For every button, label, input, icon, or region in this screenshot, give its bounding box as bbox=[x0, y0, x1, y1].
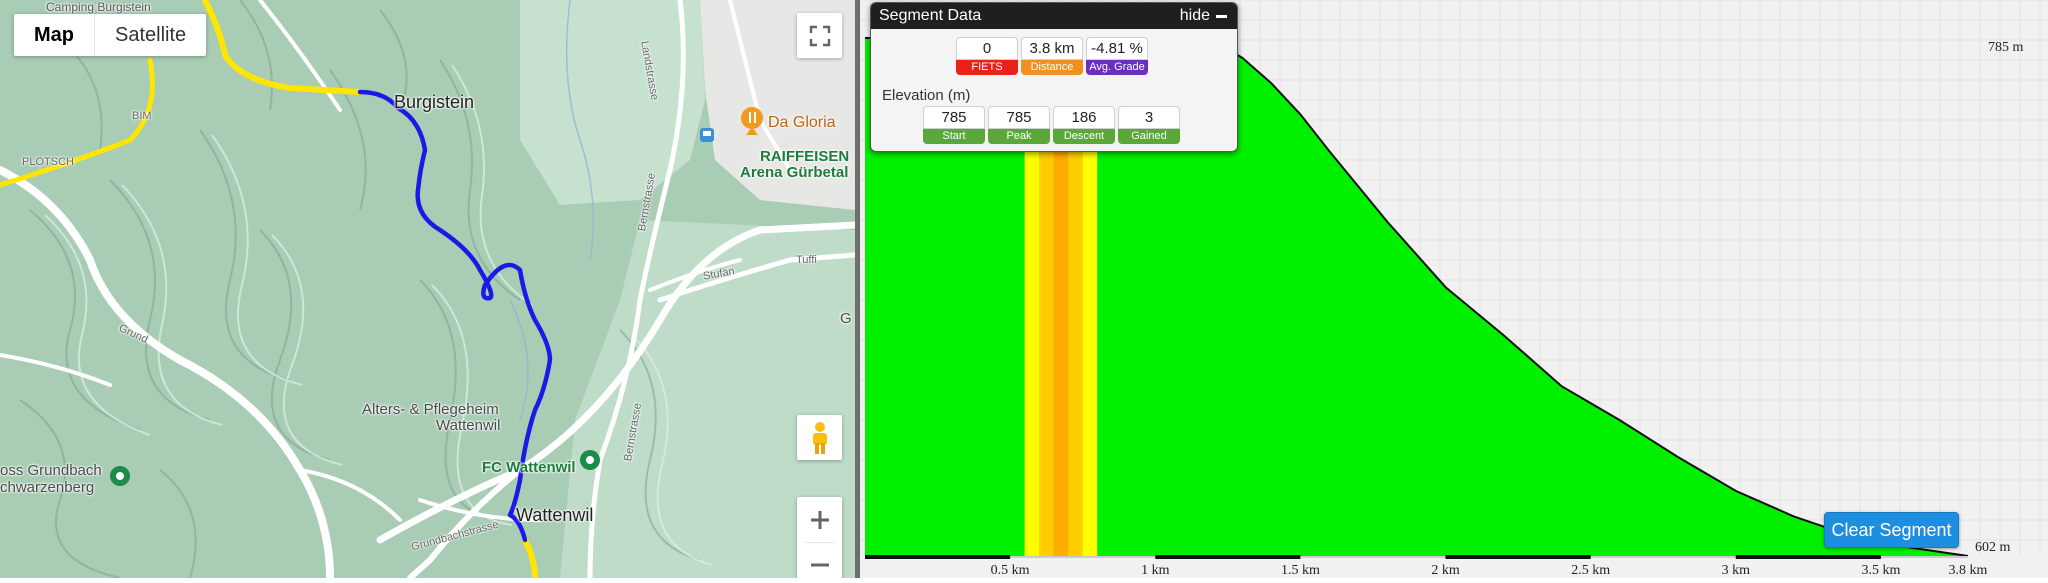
map-label-arena: Arena Gürbetal bbox=[740, 164, 849, 181]
map-label-wattenwil: Wattenwil bbox=[516, 505, 594, 525]
stat-fiets: 0 FIETS bbox=[956, 37, 1018, 75]
x-axis-segment bbox=[865, 555, 1011, 559]
map-label-bim: BIM bbox=[132, 110, 152, 122]
elev-gained-label: Gained bbox=[1118, 129, 1180, 144]
segment-data-panel: Segment Data hide 0 FIETS 3.8 km Distanc… bbox=[870, 2, 1238, 152]
map-label-alters: Alters- & Pflegeheim bbox=[362, 401, 499, 418]
zoom-in-button[interactable] bbox=[797, 497, 842, 542]
x-tick-label: 0.5 km bbox=[991, 563, 1030, 578]
elev-peak: 785 Peak bbox=[988, 106, 1050, 144]
stat-fiets-label: FIETS bbox=[956, 60, 1018, 75]
fullscreen-icon bbox=[809, 25, 830, 46]
elev-start-value: 785 bbox=[923, 106, 985, 129]
x-tick-label: 2 km bbox=[1431, 563, 1460, 578]
map-type-control: Map Satellite bbox=[14, 14, 207, 56]
x-tick-label: 1 km bbox=[1141, 563, 1170, 578]
clear-segment-button[interactable]: Clear Segment bbox=[1824, 512, 1959, 548]
x-axis-segment bbox=[1735, 555, 1881, 559]
stat-avg-grade-label: Avg. Grade bbox=[1086, 60, 1148, 75]
street-view-button[interactable] bbox=[797, 415, 842, 460]
elev-gained: 3 Gained bbox=[1118, 106, 1180, 144]
pegman-icon bbox=[812, 421, 827, 454]
map-label-g-edge: G bbox=[840, 310, 852, 327]
transit-icon[interactable] bbox=[700, 128, 714, 142]
x-tick-label: 3 km bbox=[1722, 563, 1751, 578]
map-label-tuffi: Tuffi bbox=[796, 254, 817, 266]
map-label-schwarzenberg: chwarzenberg bbox=[0, 479, 95, 496]
elev-gained-value: 3 bbox=[1118, 106, 1180, 129]
map-label-alters-wattenwil: Wattenwil bbox=[436, 417, 501, 434]
map-label-camping: Camping Burgistein bbox=[46, 0, 151, 14]
segment-hide-label: hide bbox=[1179, 7, 1210, 24]
x-axis-segment bbox=[1445, 555, 1591, 559]
elev-start-label: Start bbox=[923, 129, 985, 144]
x-tick-label: 1.5 km bbox=[1281, 563, 1320, 578]
elev-peak-value: 785 bbox=[988, 106, 1050, 129]
segment-summary-stats: 0 FIETS 3.8 km Distance -4.81 % Avg. Gra… bbox=[956, 37, 1148, 75]
fullscreen-button[interactable] bbox=[797, 13, 842, 58]
map-terrain[interactable] bbox=[0, 0, 855, 578]
map-type-map-button[interactable]: Map bbox=[14, 14, 95, 56]
x-tick-label: 3.5 km bbox=[1861, 563, 1900, 578]
segment-panel-header: Segment Data hide bbox=[871, 3, 1237, 29]
map-label-da-gloria: Da Gloria bbox=[768, 114, 836, 131]
minus-icon bbox=[1216, 14, 1227, 18]
map-label-burgistein: Burgistein bbox=[394, 92, 475, 112]
x-axis-segment bbox=[1155, 555, 1301, 559]
elev-descent: 186 Descent bbox=[1053, 106, 1115, 144]
elev-descent-value: 186 bbox=[1053, 106, 1115, 129]
zoom-control bbox=[797, 497, 842, 578]
y-top-label: 785 m bbox=[1988, 40, 2024, 55]
segment-hide-button[interactable]: hide bbox=[1180, 7, 1227, 25]
stat-distance-value: 3.8 km bbox=[1021, 37, 1083, 60]
map-type-satellite-button[interactable]: Satellite bbox=[95, 14, 206, 56]
segment-elevation-stats: 785 Start 785 Peak 186 Descent 3 Gained bbox=[923, 106, 1180, 144]
map-panel[interactable]: Camping Burgistein Burgistein Da Gloria … bbox=[0, 0, 855, 578]
zoom-in-icon bbox=[810, 510, 829, 529]
green-place-pin-icon[interactable] bbox=[110, 466, 130, 486]
elev-start: 785 Start bbox=[923, 106, 985, 144]
elev-peak-label: Peak bbox=[988, 129, 1050, 144]
map-label-raiffeisen: RAIFFEISEN bbox=[760, 148, 850, 165]
y-bottom-label: 602 m bbox=[1975, 540, 2011, 555]
x-tick-label: 2.5 km bbox=[1571, 563, 1610, 578]
stat-fiets-value: 0 bbox=[956, 37, 1018, 60]
stat-avg-grade-value: -4.81 % bbox=[1086, 37, 1148, 60]
segment-panel-title: Segment Data bbox=[879, 7, 982, 24]
stat-distance-label: Distance bbox=[1021, 60, 1083, 75]
map-label-plotsch: PLÖTSCH bbox=[22, 156, 74, 168]
green-place-pin-icon[interactable] bbox=[580, 450, 600, 470]
stat-avg-grade: -4.81 % Avg. Grade bbox=[1086, 37, 1148, 75]
stat-distance: 3.8 km Distance bbox=[1021, 37, 1083, 75]
zoom-out-button[interactable] bbox=[797, 542, 842, 578]
x-tick-label: 3.8 km bbox=[1949, 563, 1988, 578]
zoom-out-icon bbox=[810, 563, 829, 566]
elev-descent-label: Descent bbox=[1053, 129, 1115, 144]
elevation-section-label: Elevation (m) bbox=[882, 87, 971, 104]
map-label-grundbach: oss Grundbach bbox=[0, 462, 102, 479]
map-label-fc-wattenwil: FC Wattenwil bbox=[482, 459, 576, 476]
